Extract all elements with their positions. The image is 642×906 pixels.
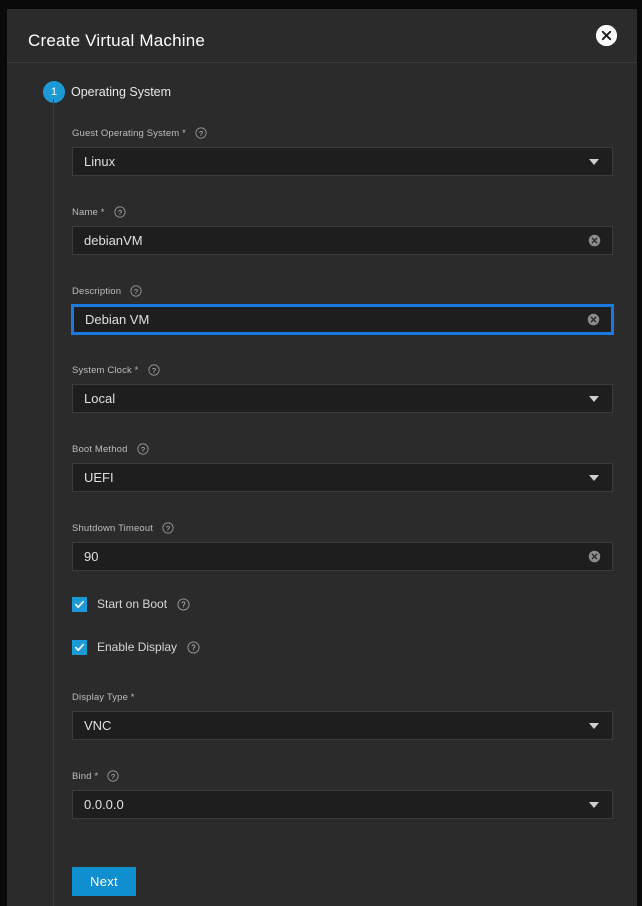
spacer [72, 176, 613, 204]
select-value: 0.0.0.0 [73, 797, 589, 812]
checkbox-row-enable-display[interactable]: Enable Display ? [72, 637, 613, 657]
label-row-name: Name * ? [72, 204, 613, 220]
label-row-guest-operating-system: Guest Operating System * ? [72, 125, 613, 141]
field-label: Boot Method [72, 444, 128, 455]
input-value: 90 [73, 549, 588, 564]
help-icon[interactable]: ? [107, 770, 119, 782]
page-title: Create Virtual Machine [28, 31, 205, 51]
svg-text:?: ? [134, 287, 138, 296]
stepper: 1 Operating System [7, 81, 637, 115]
chevron-down-icon[interactable] [589, 475, 599, 481]
field-label: Bind * [72, 771, 98, 782]
field-guest-operating-system: Guest Operating System * ? Linux [72, 125, 613, 176]
field-label: Guest Operating System * [72, 128, 186, 139]
field-bind: Bind * ? 0.0.0.0 [72, 768, 613, 819]
select-boot-method[interactable]: UEFI [72, 463, 613, 492]
label-row-system-clock: System Clock * ? [72, 362, 613, 378]
svg-text:?: ? [199, 129, 203, 138]
select-value: Local [73, 391, 589, 406]
svg-text:?: ? [191, 643, 196, 652]
clear-icon[interactable] [587, 313, 600, 326]
field-shutdown-timeout: Shutdown Timeout ? 90 [72, 520, 613, 571]
spacer [72, 255, 613, 283]
close-icon[interactable] [596, 25, 617, 46]
spacer [72, 614, 613, 637]
field-label: System Clock * [72, 365, 139, 376]
dialog-header: Create Virtual Machine [7, 9, 637, 63]
spacer [72, 571, 613, 594]
svg-text:?: ? [111, 772, 115, 781]
help-icon[interactable]: ? [195, 127, 207, 139]
select-value: UEFI [73, 470, 589, 485]
spacer [72, 492, 613, 520]
help-icon[interactable]: ? [162, 522, 174, 534]
spacer [72, 740, 613, 768]
help-icon[interactable]: ? [130, 285, 142, 297]
spacer [72, 657, 613, 689]
label-row-boot-method: Boot Method ? [72, 441, 613, 457]
operating-system-form: Guest Operating System * ? Linux Name * … [7, 115, 637, 819]
select-display-type[interactable]: VNC [72, 711, 613, 740]
label-row-shutdown-timeout: Shutdown Timeout ? [72, 520, 613, 536]
step-badge-1[interactable]: 1 [43, 81, 65, 103]
field-description: Description ? Debian VM [72, 283, 613, 334]
checkbox-label: Start on Boot [97, 597, 167, 611]
label-row-description: Description ? [72, 283, 613, 299]
svg-text:?: ? [151, 366, 155, 375]
help-icon[interactable]: ? [187, 641, 200, 654]
svg-text:?: ? [181, 600, 186, 609]
chevron-down-icon[interactable] [589, 723, 599, 729]
field-label: Name * [72, 207, 105, 218]
spacer [72, 334, 613, 362]
create-virtual-machine-dialog: Create Virtual Machine 1 Operating Syste… [7, 9, 637, 906]
input-name[interactable]: debianVM [72, 226, 613, 255]
field-display-type: Display Type * VNC [72, 689, 613, 740]
svg-text:?: ? [166, 524, 170, 533]
svg-text:?: ? [141, 445, 145, 454]
input-value: Debian VM [74, 312, 587, 327]
select-system-clock[interactable]: Local [72, 384, 613, 413]
select-guest-operating-system[interactable]: Linux [72, 147, 613, 176]
select-value: VNC [73, 718, 589, 733]
field-system-clock: System Clock * ? Local [72, 362, 613, 413]
input-description[interactable]: Debian VM [72, 305, 613, 334]
input-shutdown-timeout[interactable]: 90 [72, 542, 613, 571]
checkbox-enable-display[interactable] [72, 640, 87, 655]
select-bind[interactable]: 0.0.0.0 [72, 790, 613, 819]
field-name: Name * ? debianVM [72, 204, 613, 255]
spacer [72, 413, 613, 441]
help-icon[interactable]: ? [114, 206, 126, 218]
input-value: debianVM [73, 233, 588, 248]
field-label: Description [72, 286, 121, 297]
step-label-operating-system: Operating System [71, 85, 171, 99]
checkbox-start-on-boot[interactable] [72, 597, 87, 612]
chevron-down-icon[interactable] [589, 396, 599, 402]
chevron-down-icon[interactable] [589, 159, 599, 165]
help-icon[interactable]: ? [148, 364, 160, 376]
label-row-display-type: Display Type * [72, 689, 613, 705]
svg-text:?: ? [118, 208, 122, 217]
dialog-footer: Next [72, 867, 136, 896]
checkbox-label: Enable Display [97, 640, 177, 654]
help-icon[interactable]: ? [177, 598, 190, 611]
next-button[interactable]: Next [72, 867, 136, 896]
select-value: Linux [73, 154, 589, 169]
clear-icon[interactable] [588, 234, 601, 247]
checkbox-row-start-on-boot[interactable]: Start on Boot ? [72, 594, 613, 614]
field-label: Shutdown Timeout [72, 523, 153, 534]
field-boot-method: Boot Method ? UEFI [72, 441, 613, 492]
chevron-down-icon[interactable] [589, 802, 599, 808]
field-label: Display Type * [72, 692, 135, 703]
help-icon[interactable]: ? [137, 443, 149, 455]
clear-icon[interactable] [588, 550, 601, 563]
label-row-bind: Bind * ? [72, 768, 613, 784]
